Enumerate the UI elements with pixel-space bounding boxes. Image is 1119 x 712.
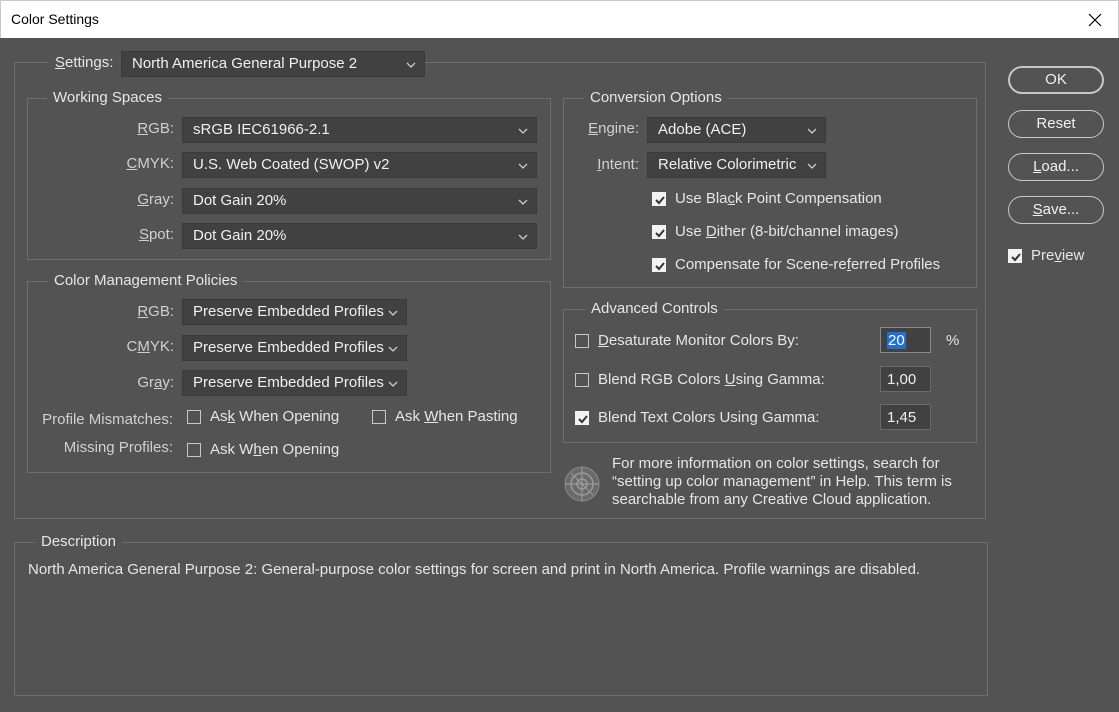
info-line-3: searchable from any Creative Cloud appli… xyxy=(612,491,932,508)
policy-rgb-select[interactable]: Preserve Embedded Profiles xyxy=(182,299,407,325)
save-button[interactable]: Save... xyxy=(1008,196,1104,224)
info-line-2: “setting up color management” in Help. T… xyxy=(612,473,952,490)
checkmark-icon xyxy=(655,262,665,271)
description-text: North America General Purpose 2: General… xyxy=(28,561,921,578)
dither-label[interactable]: Use Dither (8-bit/channel images) xyxy=(675,223,898,240)
checkmark-icon xyxy=(655,196,665,205)
load-button[interactable]: Load... xyxy=(1008,153,1104,181)
window-title: Color Settings xyxy=(11,11,99,27)
chevron-down-icon xyxy=(518,199,528,205)
ok-button[interactable]: OK xyxy=(1008,66,1104,94)
desaturate-label[interactable]: Desaturate Monitor Colors By: xyxy=(598,332,799,349)
blend-text-label[interactable]: Blend Text Colors Using Gamma: xyxy=(598,409,819,426)
desaturate-checkbox[interactable] xyxy=(575,334,589,348)
desaturate-input[interactable]: 20 xyxy=(880,327,931,353)
policy-rgb-label: RGB: xyxy=(137,303,174,320)
scene-referred-checkbox[interactable] xyxy=(652,258,666,272)
info-line-1: For more information on color settings, … xyxy=(612,455,940,472)
chevron-down-icon xyxy=(518,163,528,169)
missing-ask-when-opening-label[interactable]: Ask When Opening xyxy=(210,441,339,458)
ws-gray-label: Gray: xyxy=(137,191,174,208)
policy-cmyk-select[interactable]: Preserve Embedded Profiles xyxy=(182,335,407,361)
blend-rgb-checkbox[interactable] xyxy=(575,373,589,387)
ws-rgb-label: RGB: xyxy=(137,120,174,137)
chevron-down-icon xyxy=(388,310,398,316)
policy-cmyk-label: CMYK: xyxy=(126,338,174,355)
color-settings-info-icon xyxy=(563,465,601,503)
preview-label[interactable]: Preview xyxy=(1031,247,1084,264)
advanced-title: Advanced Controls xyxy=(585,300,724,317)
chevron-down-icon xyxy=(518,234,528,240)
scene-referred-label[interactable]: Compensate for Scene-referred Profiles xyxy=(675,256,940,273)
missing-ask-when-opening-checkbox[interactable] xyxy=(187,443,201,457)
ws-cmyk-select[interactable]: U.S. Web Coated (SWOP) v2 xyxy=(182,152,537,178)
ask-when-opening-label[interactable]: Ask When Opening xyxy=(210,408,339,425)
ws-gray-select[interactable]: Dot Gain 20% xyxy=(182,188,537,214)
engine-label: Engine: xyxy=(588,120,639,137)
settings-label: Settings: xyxy=(49,54,120,71)
ask-when-pasting-label[interactable]: Ask When Pasting xyxy=(395,408,518,425)
checkmark-icon xyxy=(655,229,665,238)
intent-select[interactable]: Relative Colorimetric xyxy=(647,152,826,178)
engine-select[interactable]: Adobe (ACE) xyxy=(647,117,826,143)
ws-spot-label: Spot: xyxy=(138,226,174,243)
black-point-compensation-checkbox[interactable] xyxy=(652,192,666,206)
ask-when-pasting-checkbox[interactable] xyxy=(372,410,386,424)
blend-text-checkbox[interactable] xyxy=(575,411,589,425)
policy-gray-select[interactable]: Preserve Embedded Profiles xyxy=(182,370,407,396)
working-spaces-title: Working Spaces xyxy=(47,89,168,106)
chevron-down-icon xyxy=(406,62,416,68)
policies-title: Color Management Policies xyxy=(48,272,244,289)
settings-select[interactable]: North America General Purpose 2 xyxy=(121,51,425,77)
profile-mismatches-label: Profile Mismatches: xyxy=(42,411,173,428)
chevron-down-icon xyxy=(388,381,398,387)
close-icon[interactable] xyxy=(1072,1,1118,38)
ws-rgb-select[interactable]: sRGB IEC61966-2.1 xyxy=(182,117,537,143)
chevron-down-icon xyxy=(807,128,817,134)
checkmark-icon xyxy=(1011,253,1021,262)
black-point-compensation-label[interactable]: Use Black Point Compensation xyxy=(675,190,882,207)
blend-text-input[interactable]: 1,45 xyxy=(880,404,931,430)
policy-gray-label: Gray: xyxy=(137,374,174,391)
ask-when-opening-checkbox[interactable] xyxy=(187,410,201,424)
dither-checkbox[interactable] xyxy=(652,225,666,239)
chevron-down-icon xyxy=(388,346,398,352)
desaturate-unit: % xyxy=(946,332,960,349)
preview-checkbox[interactable] xyxy=(1008,249,1022,263)
chevron-down-icon xyxy=(518,128,528,134)
description-title: Description xyxy=(35,533,123,550)
blend-rgb-label[interactable]: Blend RGB Colors Using Gamma: xyxy=(598,371,825,388)
ws-cmyk-label: CMYK: xyxy=(126,155,174,172)
chevron-down-icon xyxy=(807,163,817,169)
conversion-title: Conversion Options xyxy=(584,89,728,106)
intent-label: Intent: xyxy=(597,156,639,173)
missing-profiles-label: Missing Profiles: xyxy=(63,439,173,456)
ws-spot-select[interactable]: Dot Gain 20% xyxy=(182,223,537,249)
blend-rgb-input[interactable]: 1,00 xyxy=(880,366,931,392)
checkmark-icon xyxy=(578,415,588,424)
title-bar: Color Settings xyxy=(0,0,1119,38)
reset-button[interactable]: Reset xyxy=(1008,110,1104,138)
